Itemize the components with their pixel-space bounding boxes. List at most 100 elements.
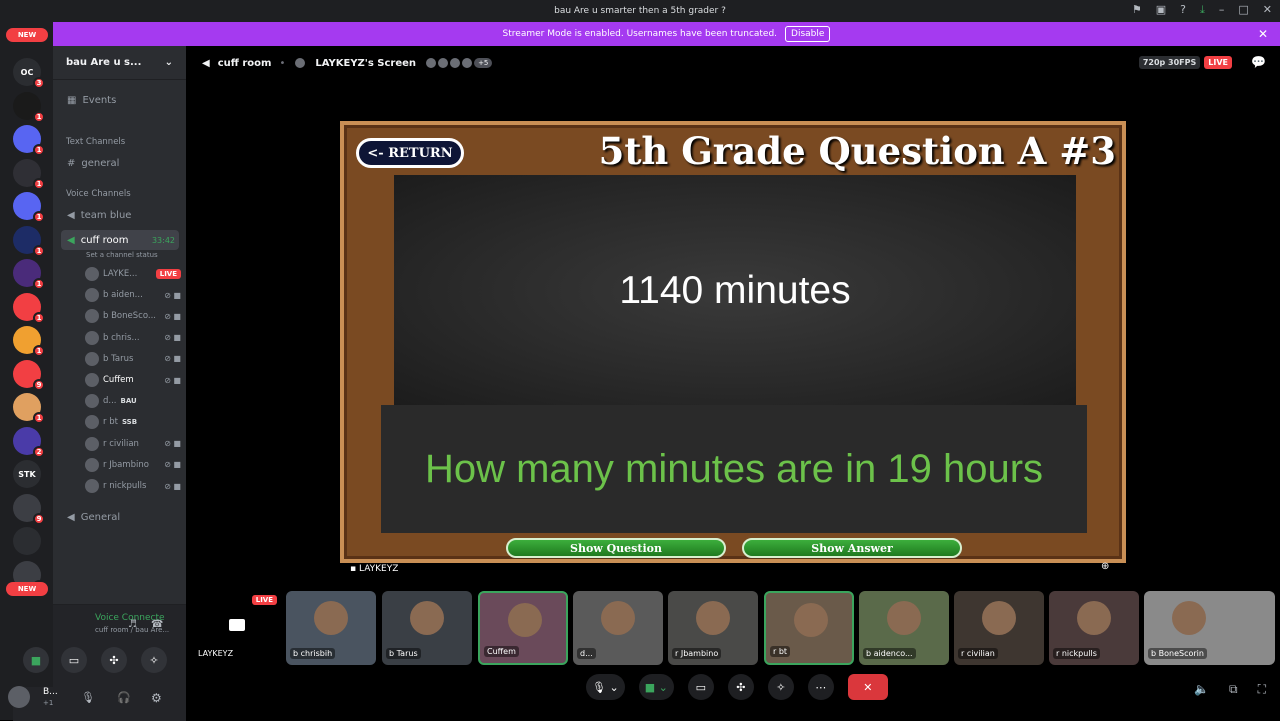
shared-screen[interactable]: <- RETURN 5th Grade Question A #3 1140 m… [340, 121, 1126, 563]
unread-badge: 1 [33, 278, 45, 290]
server-icon[interactable]: 1 [13, 393, 45, 424]
activities-icon[interactable]: ✣ [101, 647, 127, 673]
voice-user[interactable]: b aiden... ⊘ ■ [85, 286, 181, 304]
avatar [293, 56, 308, 70]
soundboard-icon[interactable]: ✧ [767, 674, 794, 700]
participant-video [696, 601, 730, 635]
participant-tile[interactable]: b BoneScorin [1144, 591, 1275, 665]
share-screen-icon[interactable]: ▭ [61, 647, 87, 673]
camera-icon[interactable]: ■ [23, 647, 49, 673]
unread-badge: 1 [33, 211, 45, 223]
server-icon[interactable]: OC 3 [13, 58, 45, 89]
voice-user[interactable]: d... BAU [85, 392, 181, 410]
soundboard-icon[interactable]: ♬ [128, 619, 137, 630]
voice-user[interactable]: r nickpulls ⊘ ■ [85, 477, 181, 495]
voice-channels-category[interactable]: Voice Channels [66, 189, 131, 199]
text-channels-category[interactable]: Text Channels [66, 137, 125, 147]
video-icon: ⊘ ■ [164, 375, 181, 385]
server-icon[interactable]: 9 [13, 493, 45, 525]
volume-icon[interactable]: 🔈 [1194, 682, 1209, 697]
close-window-icon[interactable]: ✕ [1263, 3, 1272, 17]
disconnect-icon[interactable]: ☎ [151, 619, 163, 630]
window-title: bau Are u smarter then a 5th grader ? [554, 6, 726, 16]
more-options-icon[interactable]: ⋯ [807, 674, 834, 700]
server-icon[interactable]: 1 [13, 292, 45, 324]
voice-user[interactable]: b chris... ⊘ ■ [85, 329, 181, 347]
participant-tile[interactable]: r nickpulls [1049, 591, 1139, 665]
fullscreen-icon[interactable]: ⛶ [1258, 682, 1266, 697]
settings-gear-icon[interactable]: ⚙ [151, 691, 162, 705]
channel-label: General [80, 511, 121, 523]
quality-label: 720p 30FPS [1138, 56, 1201, 69]
disable-button[interactable]: Disable [785, 26, 831, 42]
return-button[interactable]: <- RETURN [356, 138, 464, 168]
avatar[interactable] [8, 686, 30, 708]
share-screen-icon[interactable]: ▭ [687, 674, 714, 700]
avatar [85, 330, 99, 345]
channel-status-hint[interactable]: Set a channel status [86, 251, 158, 259]
server-icon[interactable]: 9 [13, 359, 45, 391]
voice-user[interactable]: Cuffem ⊘ ■ [85, 371, 181, 389]
participant-name: r Jbambino [672, 648, 722, 659]
server-icon[interactable]: 1 [13, 225, 45, 257]
show-question-button[interactable]: Show Question [506, 538, 726, 558]
microphone-icon[interactable]: 🎙 ⌄ [586, 674, 625, 700]
events-item[interactable]: ▦ Events [61, 90, 179, 110]
video-icon: ⊘ ■ [164, 333, 181, 343]
participant-tile[interactable]: r civilian [954, 591, 1044, 665]
camera-icon[interactable]: ■ ⌄ [638, 674, 674, 700]
channel-general[interactable]: # general [61, 153, 179, 173]
server-header[interactable]: bau Are u s... ⌄ [53, 46, 186, 80]
voice-user[interactable]: b Tarus ⊘ ■ [85, 350, 181, 368]
call-controls: 🎙 ⌄ ■ ⌄ ▭ ✣ ✧ ⋯ ✕ [586, 674, 888, 700]
voice-user[interactable]: LAYKE... LIVE [85, 265, 181, 283]
call-timer: 33:42 [151, 235, 175, 245]
channel-team-blue[interactable]: ◀ team blue [61, 205, 179, 225]
participant-tile[interactable]: LIVE LAYKEYZ [191, 591, 281, 665]
participant-tile[interactable]: b aidenco... [859, 591, 949, 665]
server-icon[interactable]: 1 [13, 192, 45, 223]
leave-call-button[interactable]: ✕ [847, 674, 888, 700]
zoom-icon[interactable]: ⊕ [1101, 561, 1109, 572]
participant-tile[interactable]: Cuffem [478, 591, 568, 665]
server-icon[interactable]: 1 [13, 326, 45, 357]
channel-cuff-room[interactable]: ◀ cuff room 33:42 [61, 230, 179, 250]
headphones-icon[interactable]: 🎧 [117, 691, 131, 704]
minimize-icon[interactable]: – [1219, 3, 1225, 17]
participant-name: b BoneScorin [1148, 648, 1207, 659]
participant-tile[interactable]: b Tarus [382, 591, 472, 665]
participant-tile[interactable]: d... [573, 591, 663, 665]
banner-text: Streamer Mode is enabled. Usernames have… [502, 29, 778, 39]
microphone-icon[interactable]: 🎙 [81, 691, 95, 704]
close-icon[interactable]: ✕ [1258, 27, 1268, 41]
more-viewers-count[interactable]: +5 [474, 58, 493, 68]
maximize-icon[interactable]: □ [1238, 3, 1248, 17]
server-icon[interactable]: 1 [13, 158, 45, 190]
server-icon[interactable]: 2 [13, 426, 45, 458]
server-icon[interactable]: 1 [13, 91, 45, 123]
voice-user[interactable]: b BoneSco... ⊘ ■ [85, 307, 181, 325]
channel-General[interactable]: ◀ General [61, 507, 179, 527]
activities-icon[interactable]: ✣ [727, 674, 754, 700]
channel-label: general [81, 157, 120, 169]
chat-icon[interactable]: 💬 [1251, 55, 1266, 69]
download-icon[interactable]: ⤓ [1200, 3, 1205, 17]
screen-icon[interactable]: ▣ [1156, 3, 1166, 17]
voice-user[interactable]: r Jbambino ⊘ ■ [85, 456, 181, 474]
server-icon[interactable]: STK [13, 460, 41, 488]
popout-icon[interactable]: ⧉ [1229, 682, 1238, 697]
participant-tile[interactable]: b chrisbih [286, 591, 376, 665]
avatar [85, 457, 99, 472]
voice-user[interactable]: r civilian ⊘ ■ [85, 435, 181, 453]
unread-badge: 1 [33, 311, 45, 324]
server-icon[interactable] [13, 527, 41, 555]
voice-user[interactable]: r bt SSB [85, 413, 181, 431]
server-icon[interactable]: 1 [13, 259, 45, 290]
participant-tile[interactable]: r Jbambino [668, 591, 758, 665]
server-icon[interactable]: 1 [13, 125, 45, 156]
show-answer-button[interactable]: Show Answer [742, 538, 962, 558]
help-icon[interactable]: ? [1180, 3, 1186, 17]
soundboard-panel-icon[interactable]: ✧ [141, 647, 167, 673]
inbox-icon[interactable]: ⚑ [1132, 3, 1142, 17]
participant-tile[interactable]: r bt [764, 591, 854, 665]
